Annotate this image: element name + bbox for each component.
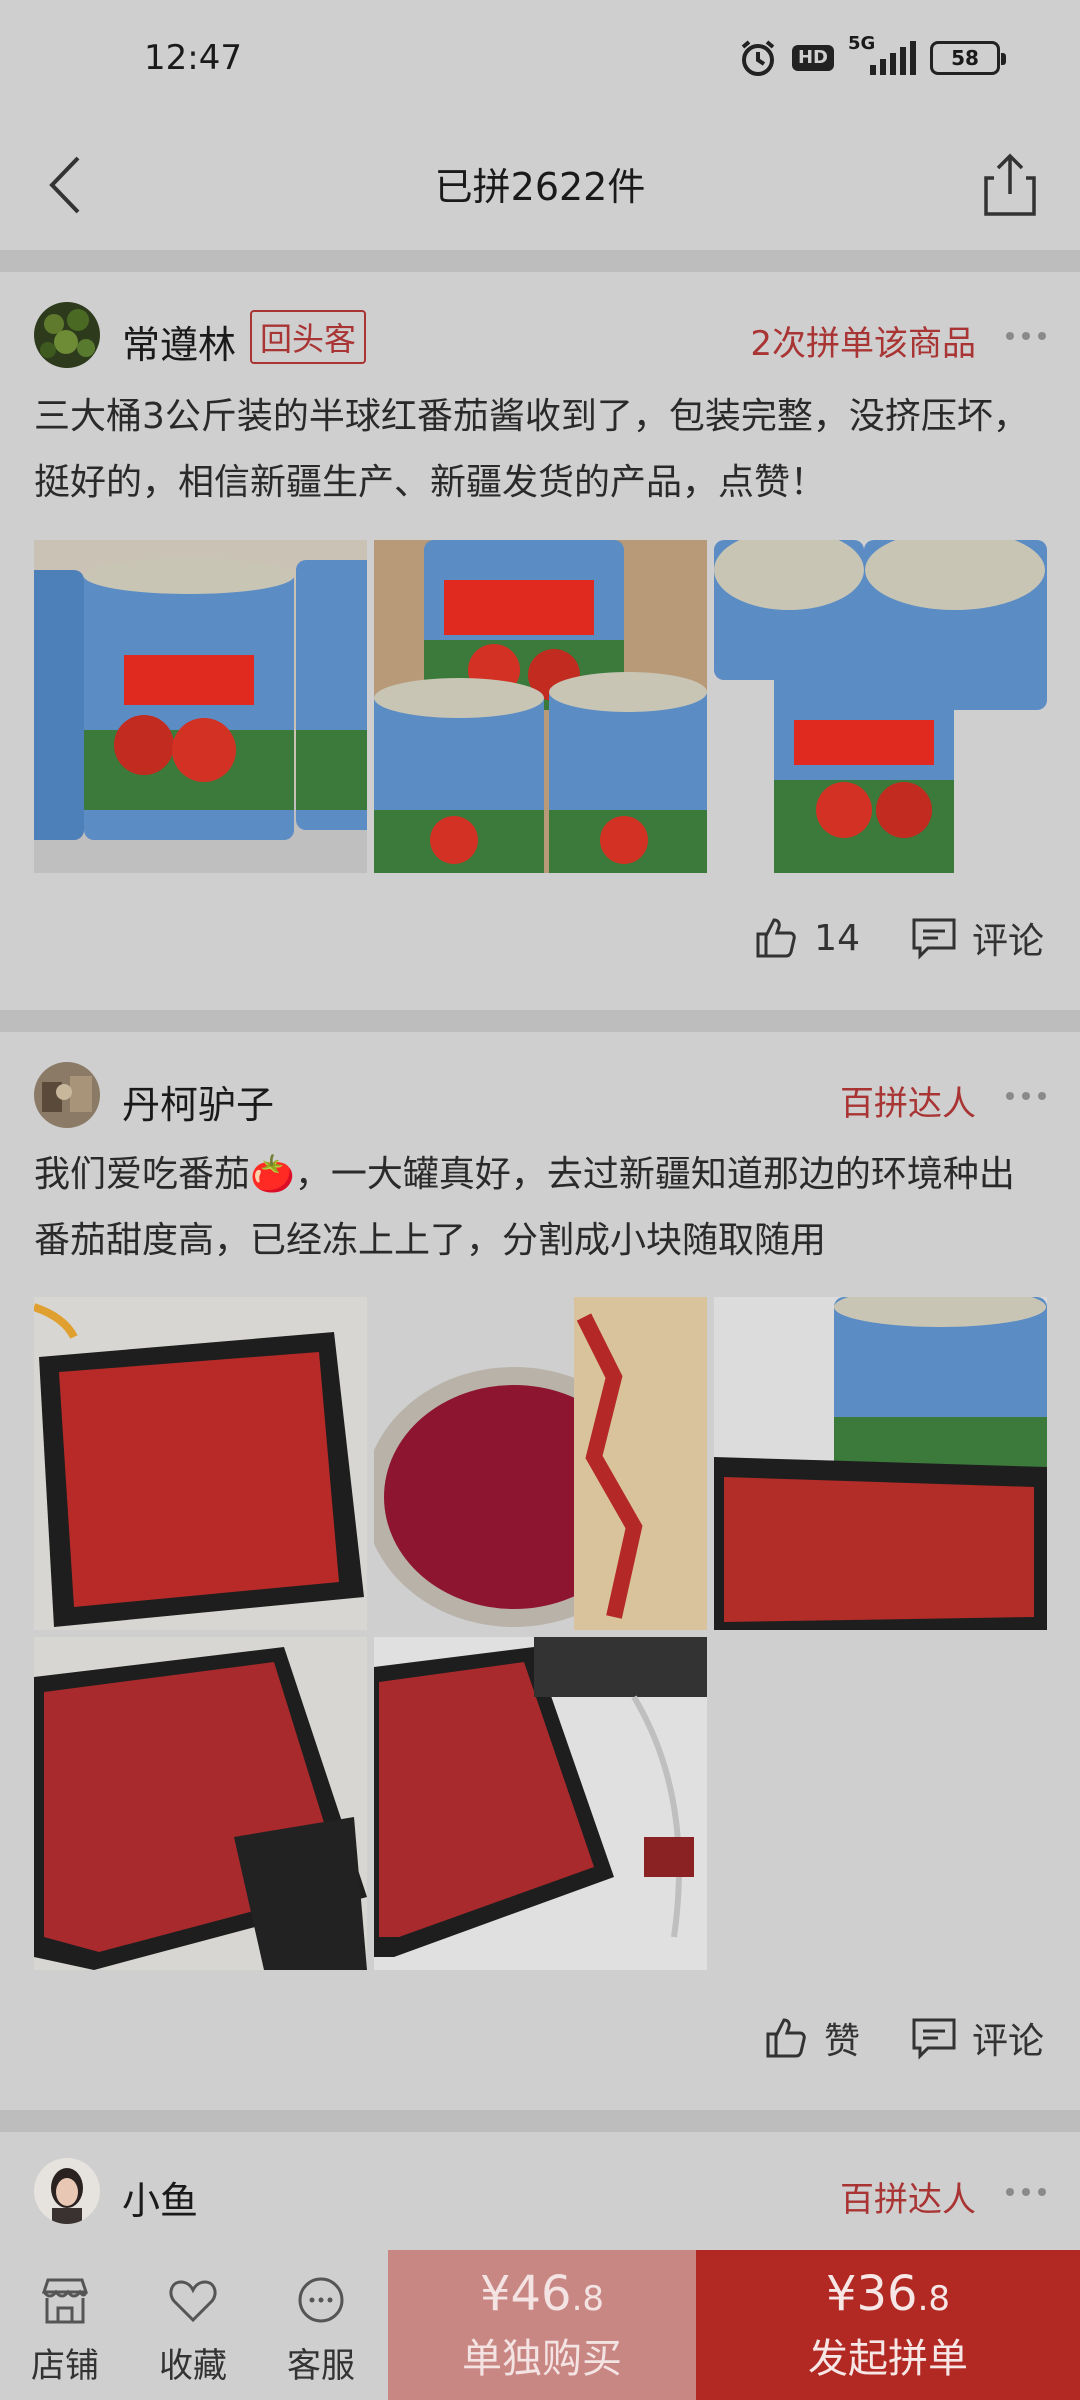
divider (0, 250, 1080, 272)
status-time: 12:47 (144, 38, 242, 78)
hd-badge: HD (791, 45, 834, 71)
group-price: ¥36.8 (825, 2266, 951, 2322)
username[interactable]: 小鱼 (122, 2170, 198, 2225)
alone-price: ¥46.8 (479, 2266, 605, 2322)
shop-label: 店铺 (31, 2346, 99, 2386)
review-photo[interactable] (374, 540, 707, 873)
bottom-bar: 店铺 收藏 客服 ¥46.8 单独购买 ¥36.8 发起拼单 (0, 2250, 1080, 2400)
alarm-icon (741, 40, 775, 76)
start-group-buy-button[interactable]: ¥36.8 发起拼单 (696, 2250, 1080, 2400)
reviewer-level-tag: 百拼达人 (840, 1084, 976, 1124)
signal-icon: 5G (848, 33, 916, 75)
avatar[interactable] (34, 1062, 100, 1128)
status-icons: HD 5G 58 (738, 33, 1006, 78)
review-header: 常遵林 回头客 2次拼单该商品 (34, 302, 1046, 368)
comment-icon (912, 918, 956, 960)
divider (0, 2110, 1080, 2132)
comment-button[interactable]: 评论 (910, 912, 1044, 964)
review-actions: 14 评论 (752, 912, 1044, 964)
review-text: 三大桶3公斤装的半球红番茄酱收到了，包装完整，没挤压坏，挺好的，相信新疆生产、新… (34, 396, 1029, 503)
avatar[interactable] (34, 2158, 100, 2224)
review-photo[interactable] (34, 1637, 367, 1970)
chat-icon (298, 2277, 344, 2323)
review-photo[interactable] (374, 1637, 707, 1970)
page-title: 已拼2622件 (434, 165, 646, 209)
heart-icon (169, 2280, 217, 2323)
network-type: 5G (848, 33, 876, 54)
thumbs-up-icon (756, 918, 796, 958)
returning-customer-badge: 回头客 (250, 310, 367, 364)
thumbs-up-icon (766, 2018, 806, 2058)
review-text: 我们爱吃番茄🍅，一大罐真好，去过新疆知道那边的环境种出番茄甜度高，已经冻上上了，… (34, 1154, 1015, 1261)
review-card: 丹柯驴子 百拼达人 我们爱吃番茄🍅，一大罐真好，去过新疆知道那边的环境种出番茄甜… (0, 1032, 1080, 2110)
username[interactable]: 丹柯驴子 (122, 1074, 274, 1129)
favorite-button[interactable]: 收藏 (128, 2250, 258, 2400)
start-group-label: 发起拼单 (808, 2336, 968, 2382)
like-count: 14 (814, 917, 860, 959)
review-card: 小鱼 百拼达人 (0, 2132, 1080, 2250)
customer-service-label: 客服 (287, 2346, 355, 2386)
like-button[interactable]: 14 (752, 914, 860, 962)
customer-service-button[interactable]: 客服 (256, 2250, 386, 2400)
status-bar: 12:47 HD 5G 58 (0, 0, 1080, 120)
favorite-label: 收藏 (159, 2346, 227, 2386)
shop-button[interactable]: 店铺 (0, 2250, 130, 2400)
top-nav: 已拼2622件 (0, 120, 1080, 250)
review-actions: 赞 评论 (762, 2012, 1044, 2064)
purchase-count-tag: 2次拼单该商品 (750, 324, 976, 364)
review-photo[interactable] (34, 540, 367, 873)
battery-level: 58 (951, 46, 979, 70)
comment-icon (912, 2018, 956, 2060)
buy-alone-label: 单独购买 (462, 2336, 622, 2382)
more-icon[interactable] (1006, 332, 1046, 340)
comment-button[interactable]: 评论 (910, 2012, 1044, 2064)
like-button[interactable]: 赞 (762, 2012, 860, 2064)
comment-label: 评论 (971, 2021, 1044, 2062)
divider (0, 1010, 1080, 1032)
review-photo[interactable] (714, 540, 1047, 873)
shop-icon (41, 2278, 89, 2324)
review-photo[interactable] (374, 1297, 707, 1630)
review-card: 常遵林 回头客 2次拼单该商品 三大桶3公斤装的半球红番茄酱收到了，包装完整，没… (0, 272, 1080, 1010)
more-icon[interactable] (1006, 1092, 1046, 1100)
review-header: 丹柯驴子 百拼达人 (34, 1062, 1046, 1128)
review-header: 小鱼 百拼达人 (34, 2158, 1046, 2224)
review-photo[interactable] (34, 1297, 367, 1630)
more-icon[interactable] (1006, 2188, 1046, 2196)
battery-icon: 58 (930, 41, 1006, 75)
review-photo[interactable] (714, 1297, 1047, 1630)
username[interactable]: 常遵林 (122, 314, 236, 369)
avatar[interactable] (34, 302, 100, 368)
share-icon[interactable] (980, 150, 1040, 220)
buy-alone-button[interactable]: ¥46.8 单独购买 (388, 2250, 696, 2400)
comment-label: 评论 (971, 921, 1044, 962)
reviewer-level-tag: 百拼达人 (840, 2180, 976, 2220)
like-label: 赞 (823, 2021, 860, 2062)
